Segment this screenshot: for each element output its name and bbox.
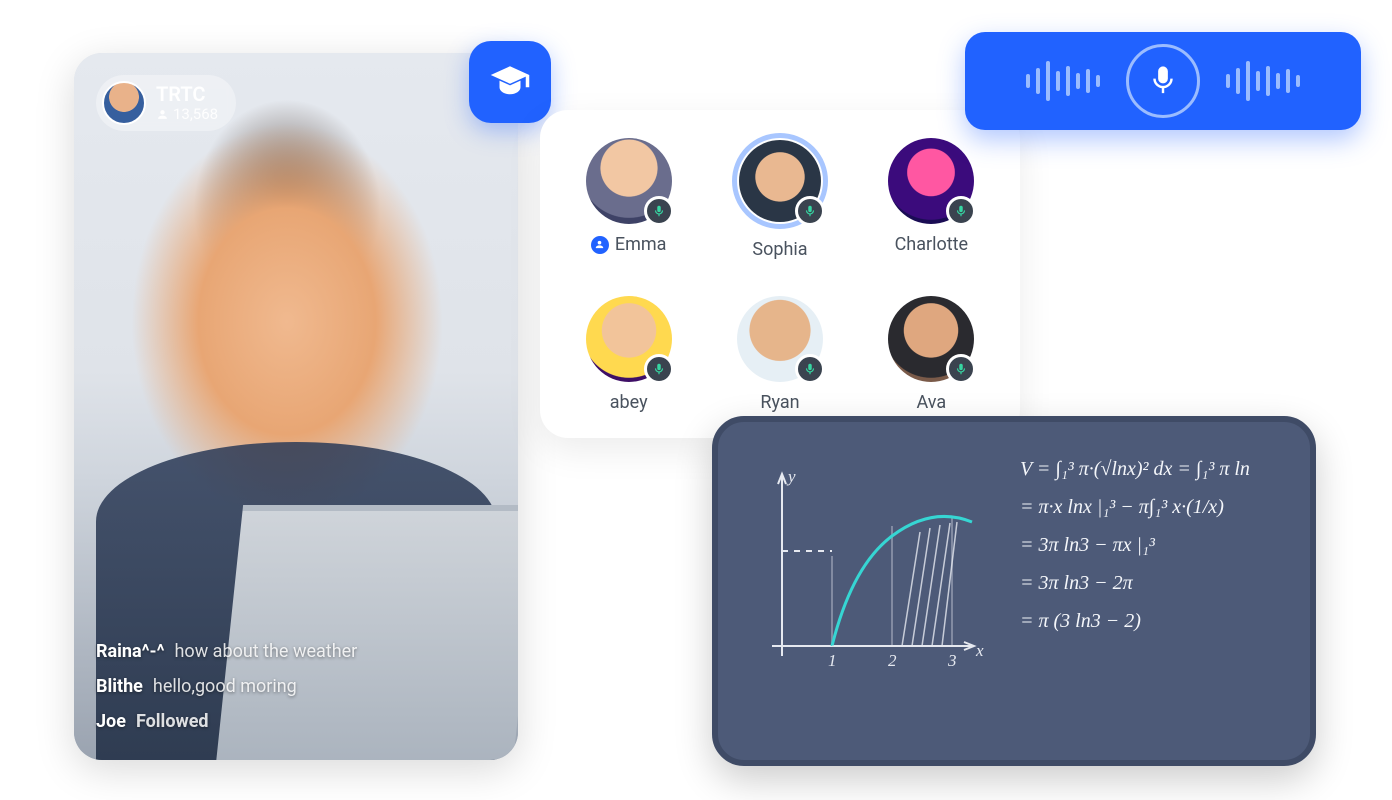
chat-user: Blithe xyxy=(96,676,143,697)
chat-line: Raina^-^ how about the weather xyxy=(96,641,496,662)
equation-line: = π·x lnx |₁³ − π∫₁³ x·(1/x) xyxy=(1020,494,1250,520)
mic-on-icon xyxy=(946,354,976,384)
equation-line: = π (3 ln3 − 2) xyxy=(1020,608,1250,634)
mic-on-icon xyxy=(644,354,674,384)
svg-text:1: 1 xyxy=(828,651,837,670)
participant[interactable]: Charlotte xyxy=(871,138,992,278)
participant[interactable]: Emma xyxy=(568,138,689,278)
waveform-left-icon xyxy=(1026,61,1100,101)
participant-name: Charlotte xyxy=(895,234,969,255)
host-indicator-icon xyxy=(591,236,609,254)
equation-line: V = ∫₁³ π·(√lnx)² dx = ∫₁³ π ln xyxy=(1020,456,1250,482)
participant-name: Sophia xyxy=(752,239,807,260)
chat-line: Blithe hello,good moring xyxy=(96,676,496,697)
participant-name: Ryan xyxy=(760,392,799,413)
participants-panel: Emma Sophia Charlotte abey Ryan Ava xyxy=(540,110,1020,438)
mic-icon xyxy=(1148,64,1178,98)
mic-on-icon xyxy=(644,196,674,226)
participant[interactable]: Sophia xyxy=(719,138,840,278)
x-axis-label: x xyxy=(975,641,984,660)
equation-line: = 3π ln3 − 2π xyxy=(1020,570,1250,596)
host-name: TRTC xyxy=(156,83,218,105)
chat-line: Joe Followed xyxy=(96,711,496,732)
education-badge xyxy=(469,41,551,123)
equation-list: V = ∫₁³ π·(√lnx)² dx = ∫₁³ π ln = π·x ln… xyxy=(1020,456,1250,740)
live-chat: Raina^-^ how about the weather Blithe hell… xyxy=(96,641,496,732)
host-badge[interactable]: TRTC 13,568 xyxy=(96,75,236,131)
participant-name: Ava xyxy=(916,392,946,413)
svg-text:3: 3 xyxy=(947,651,957,670)
mic-on-icon xyxy=(946,196,976,226)
chat-msg: hello,good moring xyxy=(153,676,297,697)
y-axis-label: y xyxy=(786,467,796,486)
mic-on-icon xyxy=(795,354,825,384)
participant[interactable]: Ava xyxy=(871,296,992,431)
participant[interactable]: Ryan xyxy=(719,296,840,431)
participant-name: Emma xyxy=(591,234,667,255)
svg-text:2: 2 xyxy=(888,651,897,670)
host-avatar xyxy=(102,81,146,125)
equation-line: = 3π ln3 − πx |₁³ xyxy=(1020,532,1250,558)
live-video-card[interactable]: TRTC 13,568 Raina^-^ how about the weathe… xyxy=(74,53,518,760)
mic-button[interactable] xyxy=(1126,44,1200,118)
participant[interactable]: abey xyxy=(568,296,689,431)
chat-user: Raina^-^ xyxy=(96,641,165,662)
waveform-right-icon xyxy=(1226,61,1300,101)
chat-user: Joe xyxy=(96,711,126,732)
voice-widget[interactable] xyxy=(965,32,1361,130)
chat-msg: how about the weather xyxy=(175,641,358,662)
mic-on-icon xyxy=(795,196,825,226)
participant-name: abey xyxy=(610,392,648,413)
viewer-count: 13,568 xyxy=(156,105,218,123)
graduation-cap-icon xyxy=(489,61,531,103)
person-icon xyxy=(156,108,169,121)
whiteboard: y x 1 2 3 V = ∫₁³ π·(√lnx)² dx = ∫₁³ π l… xyxy=(712,416,1316,766)
chat-msg: Followed xyxy=(136,711,209,732)
integral-graph: y x 1 2 3 xyxy=(752,456,992,696)
